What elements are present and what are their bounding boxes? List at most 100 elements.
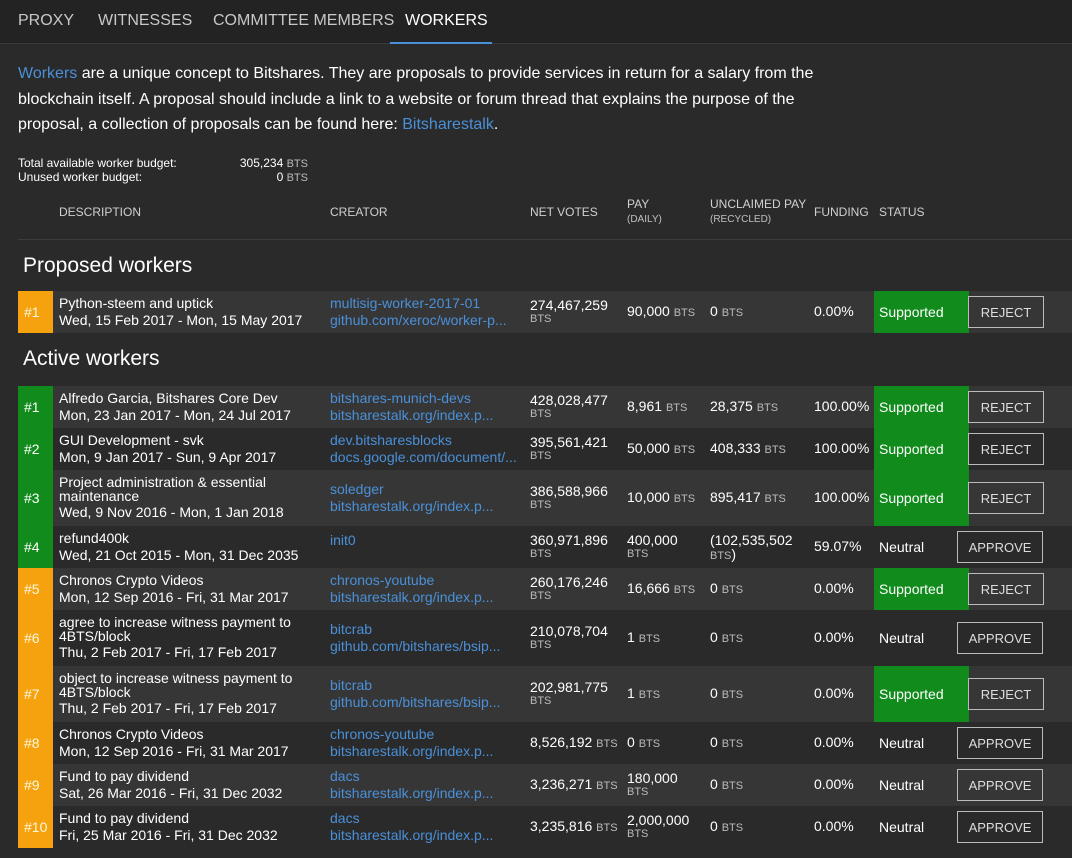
- creator-account-link[interactable]: soledger: [330, 481, 522, 498]
- votes-unit: BTS: [530, 499, 552, 511]
- worker-funding: 0.00%: [814, 629, 854, 645]
- bitsharestalk-link[interactable]: Bitsharestalk: [402, 116, 494, 133]
- reject-button[interactable]: REJECT: [968, 573, 1044, 605]
- creator-account-link[interactable]: chronos-youtube: [330, 726, 522, 743]
- worker-title: Project administration & essential maint…: [59, 474, 266, 504]
- unit-label: BTS: [721, 584, 744, 596]
- reject-button[interactable]: REJECT: [968, 678, 1044, 710]
- unit-label: BTS: [665, 402, 688, 414]
- unit-label: BTS: [638, 738, 661, 750]
- approve-button[interactable]: APPROVE: [957, 531, 1043, 563]
- creator-account-link[interactable]: dacs: [330, 768, 522, 785]
- worker-url-link[interactable]: bitsharestalk.org/index.p...: [330, 743, 522, 760]
- worker-description: Python-steem and uptick Wed, 15 Feb 2017 …: [59, 296, 319, 328]
- worker-net-votes: 202,981,775 BTS: [530, 680, 608, 708]
- worker-status: Supported: [874, 666, 969, 722]
- creator-account-link[interactable]: multisig-worker-2017-01: [330, 295, 522, 312]
- creator-account-link[interactable]: bitcrab: [330, 677, 522, 694]
- worker-title: object to increase witness payment to 4B…: [59, 670, 293, 700]
- worker-url-link[interactable]: bitsharestalk.org/index.p...: [330, 407, 522, 424]
- votes-unit: BTS: [530, 548, 552, 560]
- approve-button[interactable]: APPROVE: [957, 622, 1043, 654]
- worker-creator: dacs bitsharestalk.org/index.p...: [330, 810, 522, 844]
- pay-value: 400,000: [627, 532, 678, 548]
- worker-funding: 0.00%: [814, 685, 854, 701]
- worker-funding: 0.00%: [814, 734, 854, 750]
- reject-button[interactable]: REJECT: [968, 482, 1044, 514]
- worker-description: object to increase witness payment to 4B…: [59, 671, 319, 716]
- tab-witnesses[interactable]: WITNESSES: [98, 0, 192, 44]
- header-creator: CREATOR: [330, 205, 388, 219]
- tab-workers[interactable]: WORKERS: [390, 0, 492, 44]
- worker-url-link[interactable]: bitsharestalk.org/index.p...: [330, 785, 522, 802]
- creator-account-link[interactable]: bitshares-munich-devs: [330, 390, 522, 407]
- workers-link[interactable]: Workers: [18, 65, 77, 82]
- votes-value: 428,028,477: [530, 392, 608, 408]
- worker-status: Supported: [874, 568, 969, 610]
- worker-dates: Sat, 26 Mar 2016 - Fri, 31 Dec 2032: [59, 785, 283, 801]
- worker-status: Neutral: [879, 539, 925, 555]
- worker-url-link[interactable]: bitsharestalk.org/index.p...: [330, 827, 522, 844]
- approve-button[interactable]: APPROVE: [957, 727, 1043, 759]
- worker-rank: #1: [18, 291, 53, 333]
- worker-url-link[interactable]: github.com/bitshares/bsip...: [330, 694, 522, 711]
- total-budget: Total available worker budget: 305,234 B…: [18, 157, 308, 171]
- worker-daily-pay: 1 BTS: [627, 685, 661, 702]
- active-worker-row: #8 Chronos Crypto Videos Mon, 12 Sep 2016 …: [18, 722, 1072, 764]
- creator-account-link[interactable]: bitcrab: [330, 621, 522, 638]
- worker-description: Fund to pay dividend Sat, 26 Mar 2016 - F…: [59, 769, 319, 801]
- worker-status: Supported: [874, 428, 969, 470]
- worker-daily-pay: 10,000 BTS: [627, 489, 696, 506]
- unit-label: BTS: [596, 738, 618, 750]
- worker-url-link[interactable]: github.com/bitshares/bsip...: [330, 638, 522, 655]
- worker-unclaimed-pay: 0 BTS: [710, 580, 744, 597]
- votes-unit: BTS: [530, 450, 552, 462]
- unit-label: BTS: [764, 444, 786, 456]
- creator-account-link[interactable]: chronos-youtube: [330, 572, 522, 589]
- reject-button[interactable]: REJECT: [968, 391, 1044, 423]
- creator-account-link[interactable]: dev.bitsharesblocks: [330, 432, 522, 449]
- creator-account-link[interactable]: init0: [330, 532, 522, 549]
- worker-unclaimed-pay: 28,375 BTS: [710, 398, 779, 415]
- reject-button[interactable]: REJECT: [968, 296, 1044, 328]
- worker-url-link[interactable]: github.com/xeroc/worker-p...: [330, 312, 522, 329]
- active-worker-row: #4 refund400k Wed, 21 Oct 2015 - Mon, 31 D…: [18, 526, 1072, 568]
- tab-committee-members[interactable]: COMMITTEE MEMBERS: [213, 0, 394, 44]
- unit-label: BTS: [638, 689, 661, 701]
- worker-description: Project administration & essential maint…: [59, 475, 319, 520]
- worker-unclaimed-pay: 895,417 BTS: [710, 489, 786, 506]
- worker-description: agree to increase witness payment to 4BT…: [59, 615, 319, 660]
- worker-creator: multisig-worker-2017-01 github.com/xeroc/…: [330, 295, 522, 329]
- unit-label: BTS: [756, 402, 779, 414]
- worker-dates: Mon, 9 Jan 2017 - Sun, 9 Apr 2017: [59, 449, 277, 465]
- header-funding: FUNDING: [814, 205, 869, 219]
- worker-dates: Thu, 2 Feb 2017 - Fri, 17 Feb 2017: [59, 644, 277, 660]
- unclaimed-value: (102,535,502: [710, 532, 793, 548]
- tab-proxy[interactable]: PROXY: [18, 0, 74, 44]
- unit-label: BTS: [673, 307, 696, 319]
- votes-value: 395,561,421: [530, 434, 608, 450]
- worker-rank: #7: [18, 666, 53, 722]
- worker-dates: Wed, 21 Oct 2015 - Mon, 31 Dec 2035: [59, 547, 299, 563]
- reject-button[interactable]: REJECT: [968, 433, 1044, 465]
- worker-url-link[interactable]: bitsharestalk.org/index.p...: [330, 589, 522, 606]
- votes-value: 210,078,704: [530, 623, 608, 639]
- worker-net-votes: 260,176,246 BTS: [530, 574, 608, 603]
- worker-rank: #9: [18, 764, 53, 806]
- worker-net-votes: 210,078,704 BTS: [530, 623, 608, 652]
- worker-unclaimed-pay: 0 BTS: [710, 629, 744, 646]
- pay-unit: BTS: [627, 548, 649, 560]
- worker-url-link[interactable]: bitsharestalk.org/index.p...: [330, 498, 522, 515]
- votes-unit: BTS: [530, 639, 552, 651]
- worker-url-link[interactable]: docs.google.com/document/...: [330, 449, 522, 466]
- approve-button[interactable]: APPROVE: [957, 811, 1043, 843]
- votes-value: 260,176,246: [530, 574, 608, 590]
- approve-button[interactable]: APPROVE: [957, 769, 1043, 801]
- creator-account-link[interactable]: dacs: [330, 810, 522, 827]
- active-worker-row: #7 object to increase witness payment to …: [18, 666, 1072, 722]
- worker-net-votes: 3,235,816 BTS: [530, 818, 618, 835]
- pay-value: 180,000: [627, 770, 678, 786]
- unit-label: BTS: [721, 780, 744, 792]
- votes-unit: BTS: [530, 408, 552, 420]
- header-net-votes: NET VOTES: [530, 205, 598, 219]
